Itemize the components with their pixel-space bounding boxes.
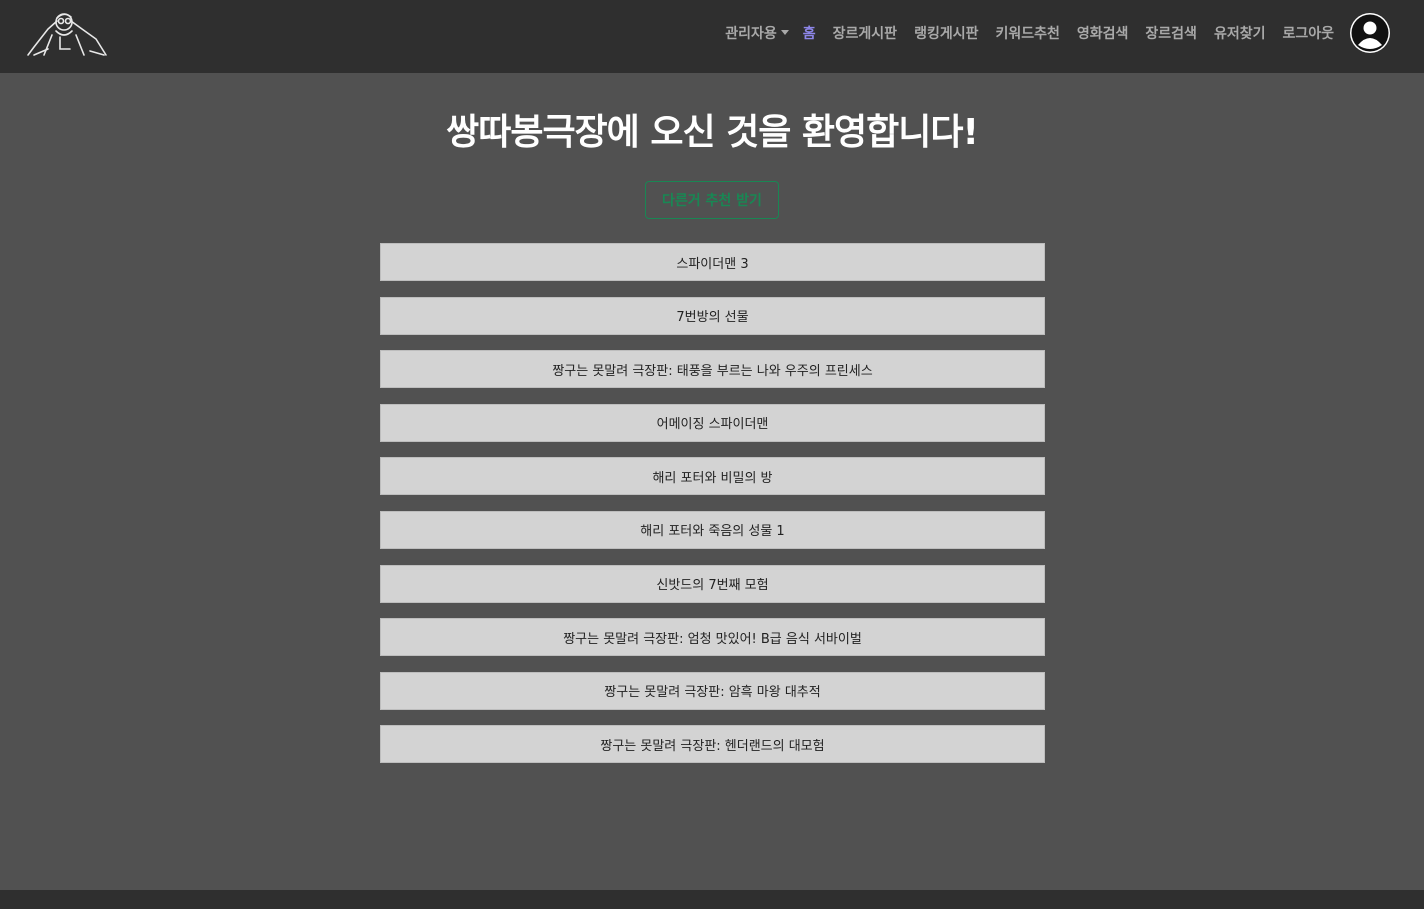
list-item[interactable]: 스파이더맨 3: [380, 243, 1045, 281]
nav-movie-search[interactable]: 영화검색: [1077, 23, 1129, 43]
person-doodle-logo-icon[interactable]: [24, 9, 108, 59]
nav-links: 관리자용 홈 장르게시판 랭킹게시판 키워드추천 영화검색 장르검색 유저찾기 …: [708, 0, 1334, 66]
list-item[interactable]: 신밧드의 7번째 모험: [380, 564, 1045, 603]
list-item[interactable]: 어메이징 스파이더맨: [380, 403, 1045, 442]
top-navbar: 관리자용 홈 장르게시판 랭킹게시판 키워드추천 영화검색 장르검색 유저찾기 …: [0, 0, 1424, 73]
nav-ranking-board[interactable]: 랭킹게시판: [914, 23, 978, 43]
list-item[interactable]: 짱구는 못말려 극장판: 태풍을 부르는 나와 우주의 프린세스: [380, 350, 1045, 389]
movie-list: 스파이더맨 3 7번방의 선물 짱구는 못말려 극장판: 태풍을 부르는 나와 …: [380, 243, 1045, 779]
nav-keyword-recommend[interactable]: 키워드추천: [995, 23, 1059, 43]
list-item[interactable]: 짱구는 못말려 극장판: 엄청 맛있어! B급 음식 서바이벌: [380, 618, 1045, 657]
nav-logout[interactable]: 로그아웃: [1282, 23, 1334, 43]
list-item[interactable]: 짱구는 못말려 극장판: 암흑 마왕 대추적: [380, 671, 1045, 710]
nav-find-user[interactable]: 유저찾기: [1214, 23, 1266, 43]
chevron-down-icon: [780, 30, 789, 35]
list-item[interactable]: 짱구는 못말려 극장판: 헨더랜드의 대모험: [380, 725, 1045, 764]
nav-admin-label: 관리자용: [725, 26, 777, 42]
nav-admin-dropdown[interactable]: 관리자용: [725, 23, 789, 43]
list-item[interactable]: 해리 포터와 비밀의 방: [380, 457, 1045, 496]
list-item[interactable]: 7번방의 선물: [380, 296, 1045, 335]
recommend-other-button[interactable]: 다른거 추천 받기: [645, 181, 779, 219]
page-title: 쌍따봉극장에 오신 것을 환영합니다!: [446, 112, 979, 153]
list-item[interactable]: 해리 포터와 죽음의 성물 1: [380, 510, 1045, 549]
page-footer: [0, 890, 1424, 909]
nav-genre-search[interactable]: 장르검색: [1145, 23, 1197, 43]
nav-genre-board[interactable]: 장르게시판: [833, 23, 897, 43]
nav-home[interactable]: 홈: [803, 23, 816, 43]
user-avatar-icon[interactable]: [1350, 13, 1390, 53]
